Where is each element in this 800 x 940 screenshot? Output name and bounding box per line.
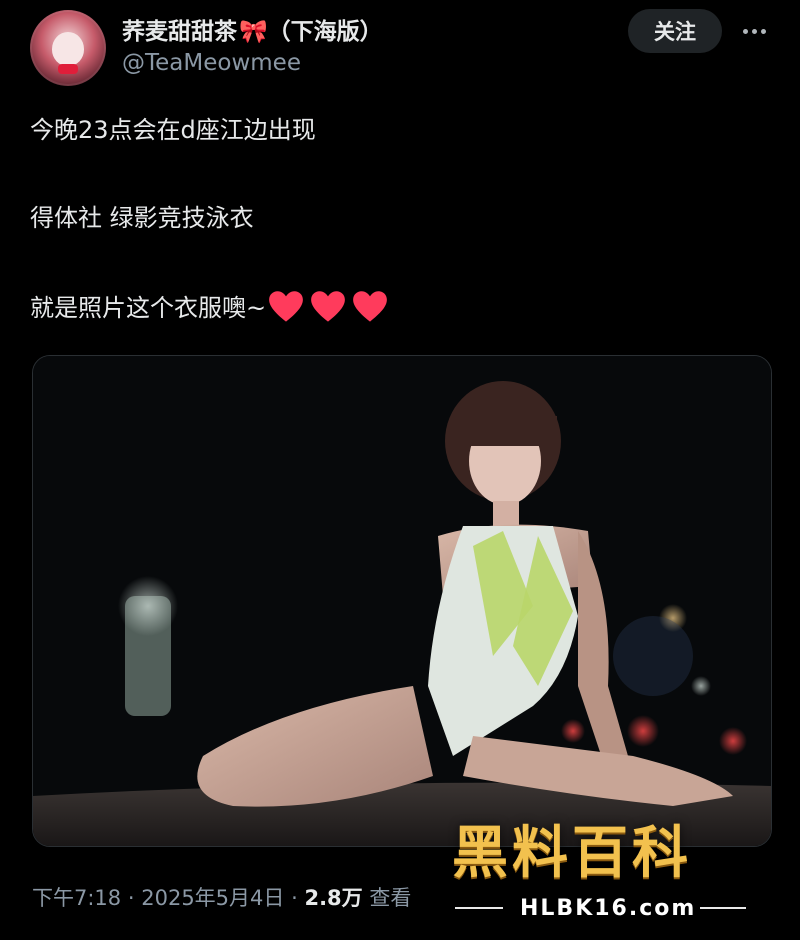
heart-icon [269,291,303,322]
tweet-photo[interactable] [32,355,772,847]
tweet-time[interactable]: 下午7:18 [32,886,121,910]
ribbon-emoji: 🎀 [239,19,268,45]
hearts-group [268,290,388,324]
watermark-rule-left [455,907,503,909]
display-name-text: 荞麦甜甜茶 [122,19,237,45]
tweet-text-line-2: 得体社 绿影竞技泳衣 [30,204,254,232]
meta-separator: · [291,886,298,910]
tweet-text-line-3: 就是照片这个衣服噢~ [30,290,388,326]
avatar-face [52,32,84,66]
tweet-text-line-1: 今晚23点会在d座江边出现 [30,116,316,144]
display-name-suffix: （下海版） [267,19,383,45]
view-count: 2.8万 [304,886,363,910]
avatar-bow [58,64,78,74]
heart-icon [353,291,387,322]
display-name[interactable]: 荞麦甜甜茶🎀（下海版） [122,12,383,46]
watermark-logo: 黑料百科 [452,821,692,886]
photo-scene [33,356,771,846]
tweet-meta: 下午7:18 · 2025年5月4日 · 2.8万 查看 [32,882,411,912]
more-horizontal-icon[interactable] [738,18,770,44]
tweet-date[interactable]: 2025年5月4日 [141,886,284,910]
user-handle[interactable]: @TeaMeowmee [122,50,301,76]
watermark-rule-right [700,907,746,909]
meta-separator: · [127,886,135,910]
heart-icon [311,291,345,322]
follow-button[interactable]: 关注 [628,9,722,53]
avatar[interactable] [30,10,106,86]
tweet-text-line-3-text: 就是照片这个衣服噢~ [30,294,267,322]
watermark-url: HLBK16.com [520,896,697,921]
view-label: 查看 [369,886,412,910]
